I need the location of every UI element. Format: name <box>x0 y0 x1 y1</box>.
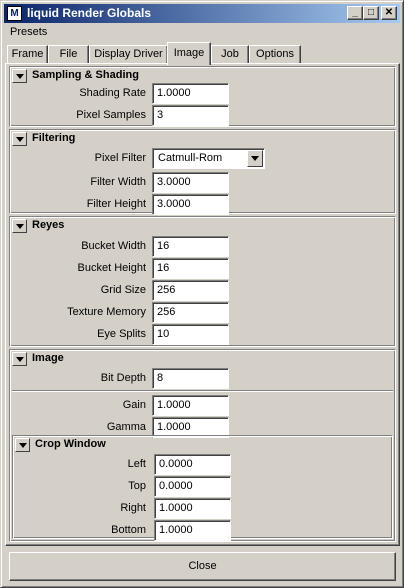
window-title: liquid Render Globals <box>27 6 152 20</box>
tab-options[interactable]: Options <box>249 45 301 64</box>
collapse-arrow-icon[interactable] <box>12 219 27 233</box>
pixel-samples-label: Pixel Samples <box>76 109 146 121</box>
filtering-header: Filtering <box>12 131 212 148</box>
image-tab-panel: Sampling & Shading Shading Rate 1.0000 P… <box>5 63 400 546</box>
close-button[interactable]: Close <box>9 552 396 581</box>
shading-rate-label: Shading Rate <box>79 87 146 99</box>
texture-memory-field[interactable]: 256 <box>152 302 229 323</box>
gain-label: Gain <box>122 399 146 411</box>
bucket-height-field[interactable]: 16 <box>152 258 229 279</box>
menu-presets[interactable]: Presets <box>10 26 47 38</box>
separator <box>12 390 393 392</box>
shading-rate-field[interactable]: 1.0000 <box>152 83 229 104</box>
section-title-image: Image <box>32 352 64 364</box>
bit-depth-label: Bit Depth <box>100 372 146 384</box>
bucket-width-label: Bucket Width <box>81 240 146 252</box>
pixel-samples-field[interactable]: 3 <box>152 105 229 126</box>
filter-width-field[interactable]: 3.0000 <box>152 172 229 193</box>
bucket-height-label: Bucket Height <box>77 262 146 274</box>
section-title-crop-window: Crop Window <box>35 438 106 450</box>
collapse-arrow-icon[interactable] <box>12 132 27 146</box>
maximize-button[interactable]: □ <box>363 6 379 20</box>
crop-left-label: Left <box>127 458 146 470</box>
collapse-arrow-icon[interactable] <box>12 69 27 83</box>
reyes-header: Reyes <box>12 218 212 235</box>
image-header: Image <box>12 351 212 368</box>
eye-splits-field[interactable]: 10 <box>152 324 229 345</box>
gamma-label: Gamma <box>106 421 146 433</box>
crop-top-label: Top <box>128 480 146 492</box>
grid-size-label: Grid Size <box>100 284 146 296</box>
tab-frame[interactable]: Frame <box>7 45 48 64</box>
section-title-sampling-shading: Sampling & Shading <box>32 69 139 81</box>
bit-depth-field[interactable]: 8 <box>152 368 229 389</box>
chevron-down-icon[interactable] <box>247 150 263 167</box>
filter-height-label: Filter Height <box>86 198 146 210</box>
filter-height-field[interactable]: 3.0000 <box>152 194 229 215</box>
close-window-button[interactable]: ✕ <box>381 6 397 20</box>
pixel-filter-value: Catmull-Rom <box>158 152 223 164</box>
pixel-filter-label: Pixel Filter <box>94 152 146 164</box>
collapse-arrow-icon[interactable] <box>15 438 30 452</box>
eye-splits-label: Eye Splits <box>97 328 146 340</box>
tab-image[interactable]: Image <box>167 42 211 65</box>
texture-memory-label: Texture Memory <box>67 306 146 318</box>
render-globals-window: M liquid Render Globals _ □ ✕ Presets Fr… <box>0 0 404 588</box>
crop-window-header: Crop Window <box>15 437 215 454</box>
crop-right-label: Right <box>120 502 146 514</box>
menu-bar: Presets <box>4 24 400 42</box>
bucket-width-field[interactable]: 16 <box>152 236 229 257</box>
crop-bottom-field[interactable]: 1.0000 <box>154 520 231 541</box>
crop-bottom-label: Bottom <box>111 524 146 536</box>
minimize-button[interactable]: _ <box>347 6 363 20</box>
crop-left-field[interactable]: 0.0000 <box>154 454 231 475</box>
pixel-filter-dropdown[interactable]: Catmull-Rom <box>152 148 265 169</box>
crop-top-field[interactable]: 0.0000 <box>154 476 231 497</box>
app-icon: M <box>7 6 22 21</box>
tab-file[interactable]: File <box>48 45 89 64</box>
crop-right-field[interactable]: 1.0000 <box>154 498 231 519</box>
filter-width-label: Filter Width <box>90 176 146 188</box>
collapse-arrow-icon[interactable] <box>12 352 27 366</box>
gain-field[interactable]: 1.0000 <box>152 395 229 416</box>
tab-display-driver[interactable]: Display Driver <box>89 45 168 64</box>
section-title-filtering: Filtering <box>32 132 76 144</box>
tab-job[interactable]: Job <box>211 45 249 64</box>
section-title-reyes: Reyes <box>32 219 65 231</box>
grid-size-field[interactable]: 256 <box>152 280 229 301</box>
title-bar[interactable]: M liquid Render Globals _ □ ✕ <box>4 4 400 23</box>
